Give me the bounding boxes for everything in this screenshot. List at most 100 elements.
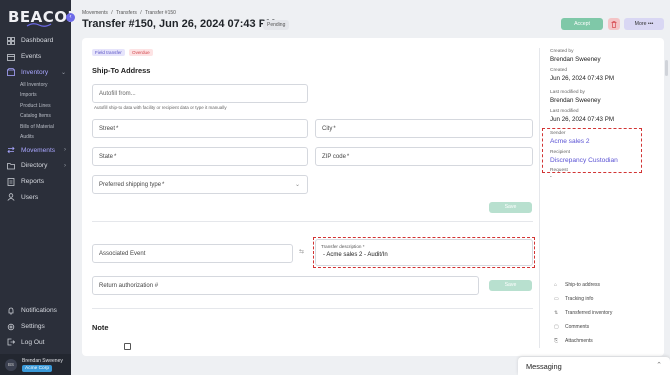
street-label: Street (99, 125, 116, 132)
reports-icon (7, 177, 15, 186)
last-modified-value: Jun 26, 2024 07:43 PM (550, 116, 614, 123)
sidebar-item-events[interactable]: Events (0, 49, 71, 65)
overdue-tag: Overdue (129, 49, 153, 56)
required-mark: * (162, 181, 165, 188)
subnav-item-product-lines[interactable]: Product Lines (20, 101, 71, 111)
zip-input[interactable]: ZIP code * (315, 147, 533, 166)
note-checkbox[interactable] (124, 343, 131, 350)
gear-icon (7, 323, 15, 331)
sidebar-item-users[interactable]: Users (0, 189, 71, 205)
subnav-item-imports[interactable]: Imports (20, 90, 71, 100)
sidebar-item-label: Events (21, 53, 42, 61)
autofill-hint: Autofill ship-to data with facility or r… (94, 105, 227, 110)
inventory-icon (7, 68, 15, 77)
divider (92, 308, 533, 309)
divider (92, 221, 533, 222)
breadcrumb-movements[interactable]: Movements (82, 10, 108, 16)
sidebar-item-movements[interactable]: Movements › (0, 142, 71, 158)
associated-event-input[interactable]: Associated Event (92, 244, 293, 263)
sidebar-item-notifications[interactable]: Notifications (0, 303, 71, 319)
highlight-box-description (313, 237, 535, 268)
required-mark: * (116, 125, 119, 132)
state-input[interactable]: State * (92, 147, 308, 166)
sidebar-item-label: Settings (21, 323, 45, 331)
sidebar-item-label: Movements (21, 146, 56, 154)
messaging-title: Messaging (526, 362, 562, 371)
created-by-value: Brendan Sweeney (550, 56, 601, 63)
sidebar-item-settings[interactable]: Settings (0, 319, 71, 335)
subnav-item-audits[interactable]: Audits (20, 132, 71, 142)
more-button[interactable]: More ••• (624, 18, 664, 30)
nav-link-comments[interactable]: ▢ Comments (554, 324, 589, 330)
autofill-placeholder: Autofill from... (99, 90, 136, 97)
nav-link-attachments[interactable]: ⎘ Attachments (554, 338, 593, 344)
dashboard-icon (7, 36, 15, 45)
org-badge: Acme Corp (22, 364, 52, 372)
return-authorization-label: Return authorization # (99, 282, 159, 289)
chevron-down-icon: ⌄ (60, 69, 66, 76)
sidebar-item-label: Directory (21, 162, 48, 170)
panel-divider (539, 48, 540, 348)
user-profile[interactable]: BS Brendan Sweeney Acme Corp (0, 354, 71, 375)
breadcrumb-current: Transfer #150 (144, 10, 176, 16)
save-details-button[interactable]: Save (489, 280, 532, 291)
request-value: - (550, 174, 552, 180)
chevron-right-icon: › (64, 162, 66, 169)
sidebar-item-reports[interactable]: Reports (0, 174, 71, 190)
avatar: BS (5, 358, 17, 371)
autofill-input[interactable]: Autofill from... (92, 84, 308, 103)
return-authorization-input[interactable]: Return authorization # (92, 276, 479, 295)
directory-icon (7, 162, 15, 170)
user-info: Brendan Sweeney Acme Corp (22, 358, 63, 372)
save-address-button[interactable]: Save (489, 202, 532, 213)
home-icon: ⌂ (554, 282, 558, 288)
users-icon (7, 193, 15, 202)
sidebar-item-label: Users (21, 193, 39, 201)
chevron-down-icon: ⌄ (294, 182, 300, 188)
delete-button[interactable] (608, 18, 620, 30)
sidebar-item-logout[interactable]: Log Out (0, 334, 71, 350)
shipping-type-label: Preferred shipping type (99, 181, 162, 188)
nav-link-tracking-info[interactable]: ▭ Tracking info (554, 296, 593, 302)
subnav-item-bills-of-material[interactable]: Bills of Material (20, 122, 71, 132)
nav-link-ship-to-address[interactable]: ⌂ Ship-to address (554, 282, 600, 288)
field-transfer-tag: Field transfer (92, 49, 125, 56)
nav-link-transferred-inventory[interactable]: ⇅ Transferred inventory (554, 310, 612, 316)
street-input[interactable]: Street * (92, 119, 308, 138)
side-link-label: Transferred inventory (565, 310, 613, 316)
sidebar: BEACON Dashboard Events Inventory ⌄ All … (0, 0, 80, 375)
side-link-label: Attachments (565, 338, 593, 344)
sidebar-item-label: Reports (21, 178, 45, 186)
sidebar-item-directory[interactable]: Directory › (0, 158, 71, 174)
city-label: City (322, 125, 333, 132)
city-input[interactable]: City * (315, 119, 533, 138)
subnav-item-catalog-items[interactable]: Catalog Items (20, 111, 71, 121)
sidebar-item-dashboard[interactable]: Dashboard (0, 33, 71, 49)
accept-button[interactable]: Accept (561, 18, 603, 30)
chevron-left-icon[interactable]: ‹ (66, 13, 75, 22)
shipping-type-select[interactable]: Preferred shipping type * ⌄ (92, 175, 308, 194)
sidebar-item-label: Dashboard (21, 37, 54, 45)
required-mark: * (114, 153, 117, 160)
sidebar-item-label: Notifications (21, 307, 57, 315)
sidebar-item-inventory[interactable]: Inventory ⌄ (0, 64, 71, 80)
subnav-item-all-inventory[interactable]: All Inventory (20, 80, 71, 90)
messaging-panel[interactable]: Messaging ⌃ (518, 357, 670, 375)
side-link-label: Tracking info (565, 296, 594, 302)
page-title: Transfer #150, Jun 26, 2024 07:43 PM (82, 18, 276, 30)
trash-icon (611, 20, 617, 28)
chevron-up-icon[interactable]: ⌃ (656, 361, 662, 369)
logo-wave-icon (26, 23, 52, 27)
scrollbar[interactable] (665, 60, 668, 76)
last-modified-by-value: Brendan Sweeney (550, 97, 601, 104)
movements-icon (7, 146, 15, 154)
user-name: Brendan Sweeney (22, 357, 63, 364)
breadcrumb-transfers[interactable]: Transfers (116, 10, 137, 16)
last-modified-label: Last modified (550, 109, 579, 114)
created-label: Created (550, 68, 568, 73)
breadcrumb-separator: / (140, 10, 142, 16)
zip-label: ZIP code (322, 153, 346, 160)
required-mark: * (333, 125, 336, 132)
required-mark: * (346, 153, 350, 160)
comment-icon: ▢ (554, 324, 559, 330)
